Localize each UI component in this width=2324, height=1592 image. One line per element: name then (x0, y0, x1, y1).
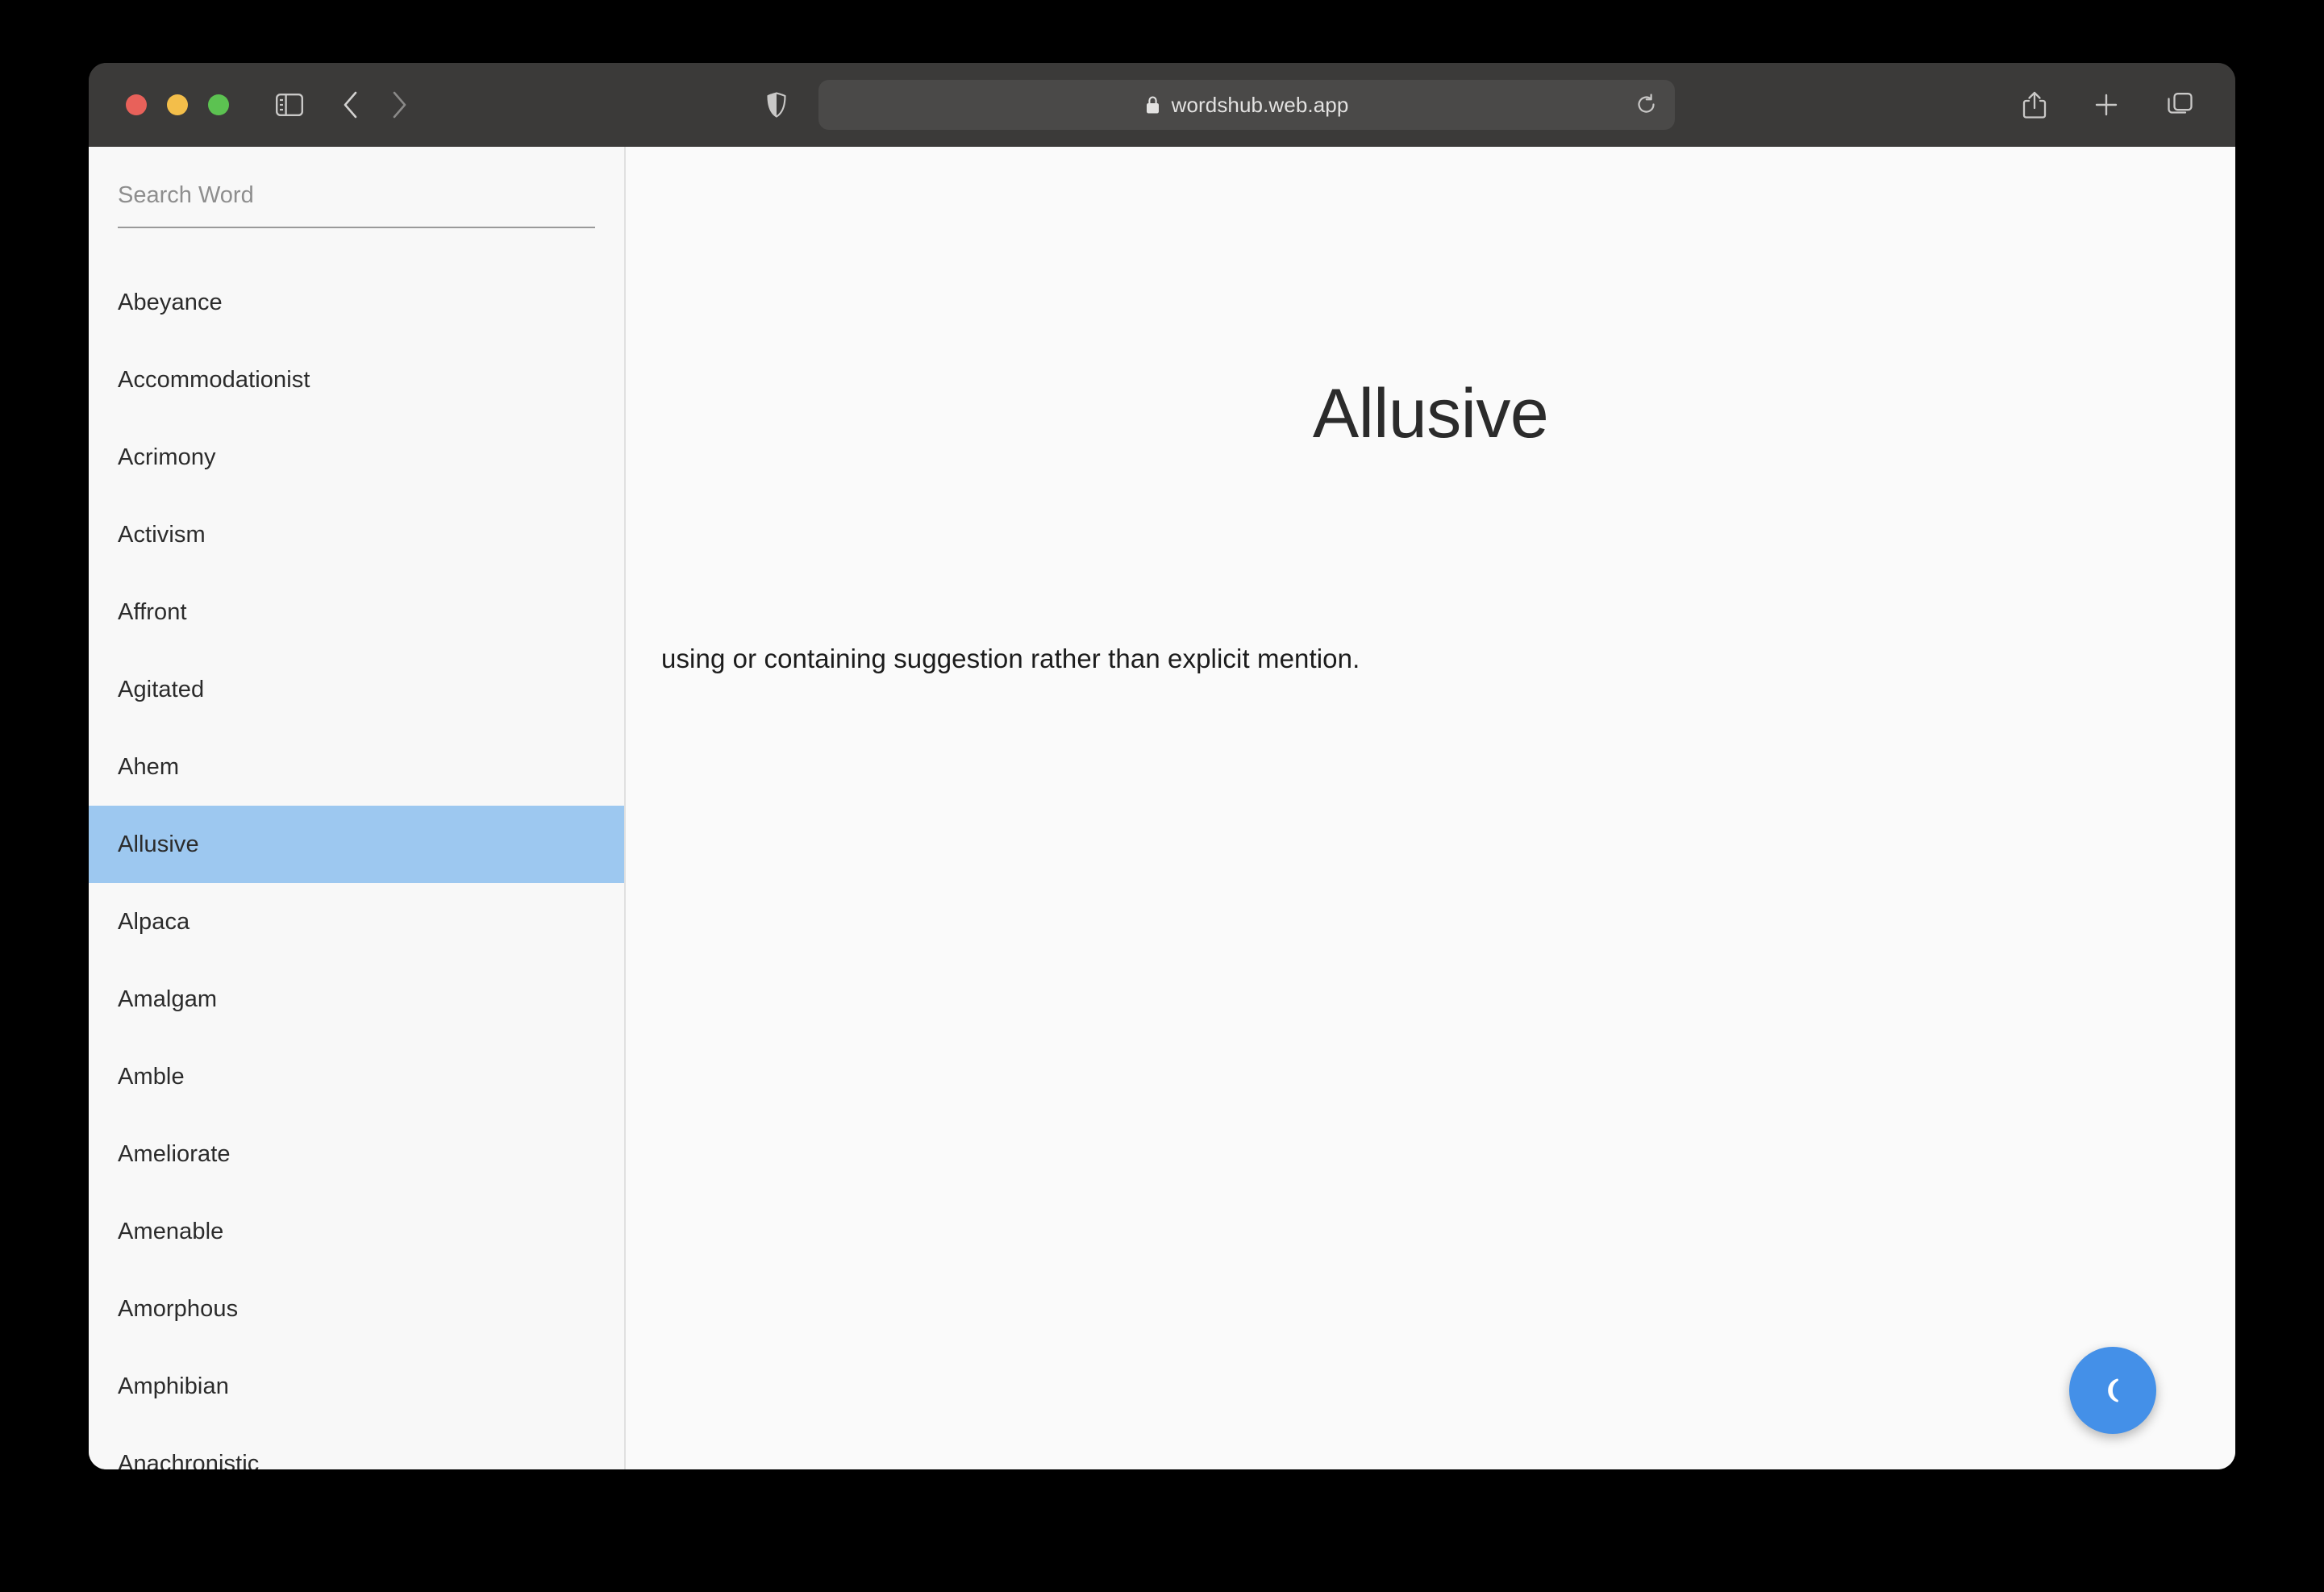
share-icon[interactable] (2022, 90, 2047, 119)
word-definition: using or containing suggestion rather th… (661, 644, 1360, 673)
reload-icon[interactable] (1636, 94, 1657, 116)
word-list-item[interactable]: Amalgam (89, 961, 624, 1038)
toolbar-right-icons (2022, 90, 2193, 119)
moon-icon (2094, 1372, 2131, 1409)
word-list-item[interactable]: Ahem (89, 728, 624, 806)
tab-overview-icon[interactable] (2166, 92, 2193, 118)
shield-icon[interactable] (766, 92, 787, 118)
word-list: Abeyance Accommodationist Acrimony Activism… (89, 264, 624, 1469)
chevron-right-icon[interactable] (390, 90, 408, 119)
word-list-item[interactable]: Abeyance (89, 264, 624, 341)
url-text: wordshub.web.app (1171, 92, 1349, 117)
lock-icon (1145, 95, 1160, 115)
browser-window: wordshub.web.app Search Word Abeyance Ac… (89, 63, 2235, 1469)
word-list-item[interactable]: Amphibian (89, 1348, 624, 1425)
page-title: Allusive (1312, 375, 1549, 452)
search-field-wrapper (89, 147, 624, 228)
search-input[interactable] (118, 182, 595, 228)
chevron-left-icon[interactable] (342, 90, 360, 119)
word-list-item[interactable]: Alpaca (89, 883, 624, 961)
sidebar-toggle-icon[interactable] (276, 94, 303, 116)
word-list-item[interactable]: Affront (89, 573, 624, 651)
word-list-item[interactable]: Amenable (89, 1193, 624, 1270)
plus-icon[interactable] (2093, 92, 2119, 118)
word-list-item[interactable]: Accommodationist (89, 341, 624, 419)
word-list-item[interactable]: Agitated (89, 651, 624, 728)
word-list-item[interactable]: Allusive (89, 806, 624, 883)
dark-mode-toggle-button[interactable] (2069, 1347, 2156, 1434)
zoom-window-button[interactable] (208, 94, 229, 115)
page-viewport: AbeyanceAccommodationistAcrimonyActivism… (89, 147, 2235, 1469)
word-list-item[interactable]: Amorphous (89, 1270, 624, 1348)
word-list-item[interactable]: Acrimony (89, 419, 624, 496)
word-list-item[interactable]: Anachronistic (89, 1425, 624, 1470)
word-detail-panel: Allusive using or containing suggestion … (626, 147, 2235, 1469)
word-sidebar: AbeyanceAccommodationistAcrimonyActivism… (89, 147, 626, 1469)
word-list-item[interactable]: Amble (89, 1038, 624, 1115)
close-window-button[interactable] (126, 94, 147, 115)
minimize-window-button[interactable] (167, 94, 188, 115)
traffic-lights (126, 94, 229, 115)
browser-toolbar: wordshub.web.app (89, 63, 2235, 147)
address-bar[interactable]: wordshub.web.app (818, 80, 1675, 130)
word-list-item[interactable]: Ameliorate (89, 1115, 624, 1193)
word-list-item[interactable]: Activism (89, 496, 624, 573)
